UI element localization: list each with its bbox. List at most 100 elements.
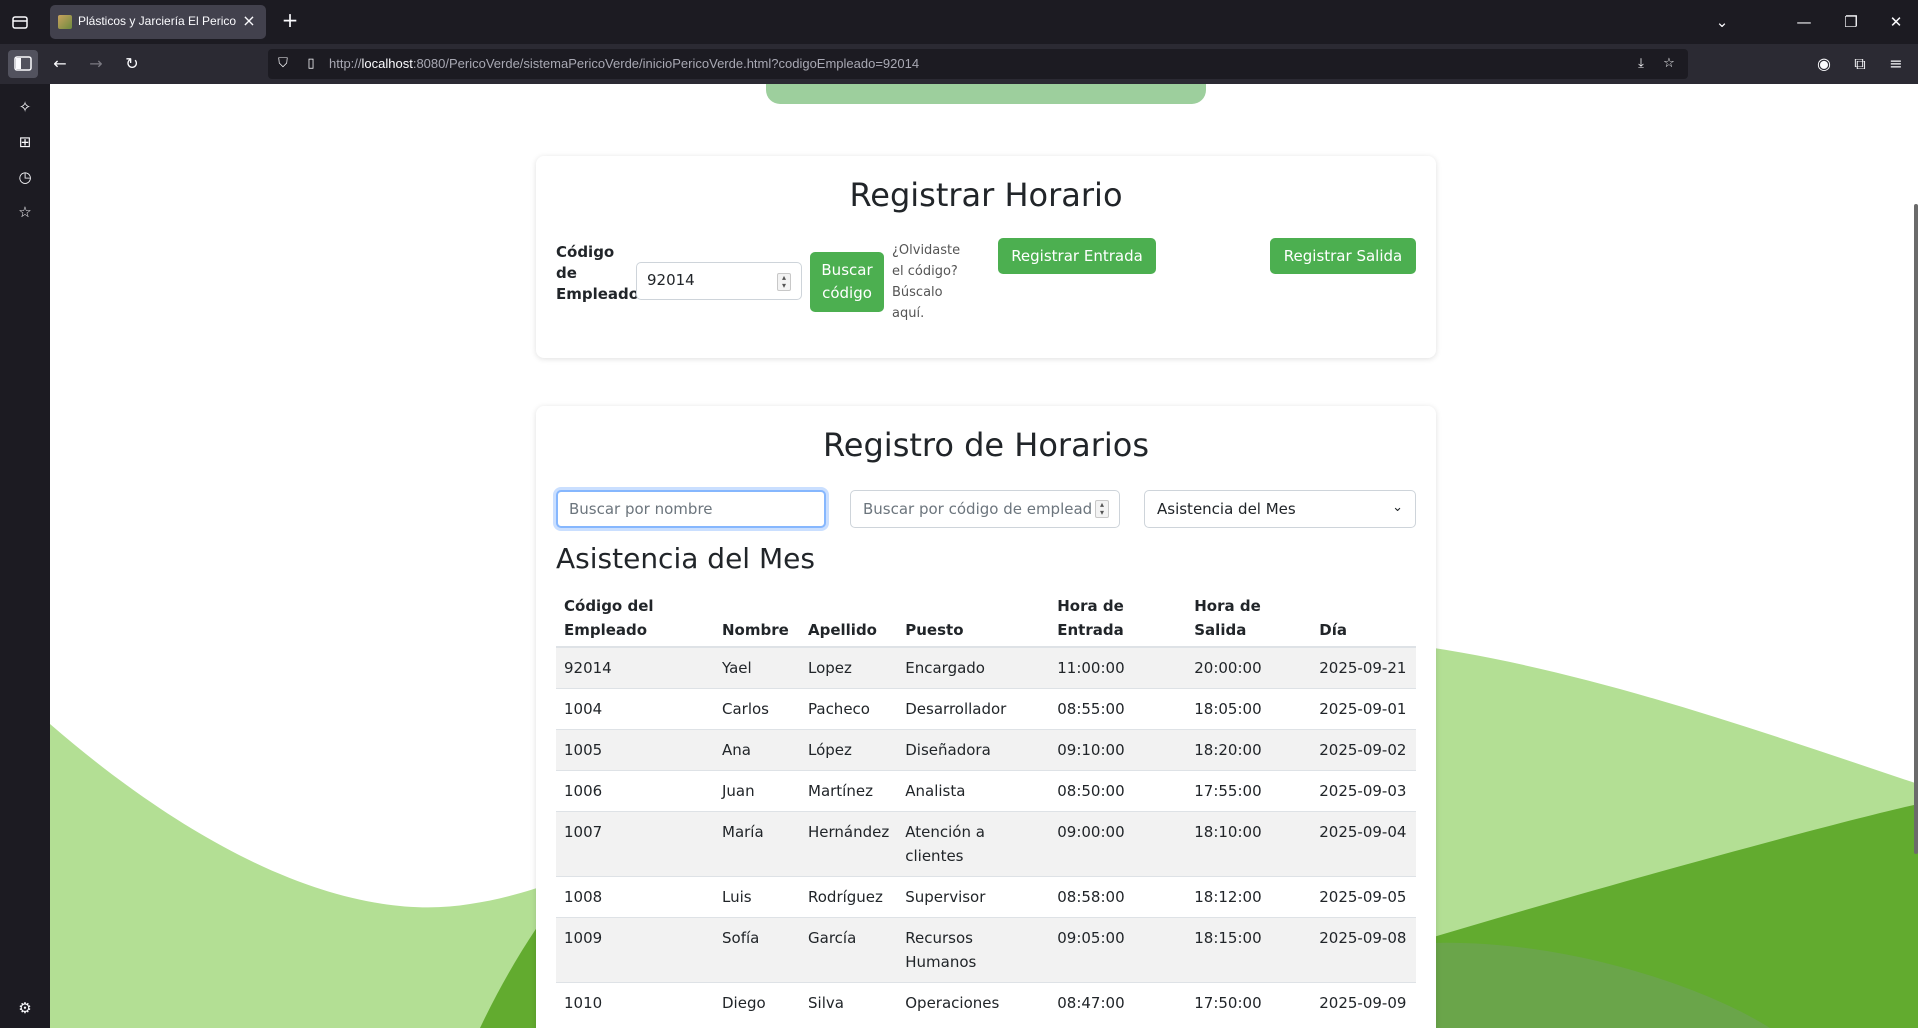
history-clock-icon[interactable]: ◷ <box>15 167 35 187</box>
cell-code: 1006 <box>556 770 714 812</box>
close-tab-icon[interactable]: × <box>240 12 258 30</box>
tab-title: Plásticos y Jarciería El Perico Verde <box>78 14 238 28</box>
forgot-code-link[interactable]: ¿Olvidaste el código? Búscalo aquí. <box>892 240 972 324</box>
cell-position: Encargado <box>897 646 1050 689</box>
registro-title: Registro de Horarios <box>823 426 1149 464</box>
registro-horarios-card: Registro de Horarios Buscar por nombre B… <box>536 406 1436 1028</box>
cell-code: 1009 <box>556 917 714 983</box>
column-header[interactable]: Hora de Salida <box>1186 590 1312 648</box>
search-name-placeholder: Buscar por nombre <box>569 500 713 518</box>
cell-code: 1004 <box>556 688 714 730</box>
minimize-window-icon[interactable]: — <box>1792 10 1816 34</box>
new-tab-icon[interactable]: + <box>280 10 300 31</box>
cell-day: 2025-09-21 <box>1311 646 1416 689</box>
cell-code: 1007 <box>556 811 714 877</box>
cell-day: 2025-09-04 <box>1311 811 1416 877</box>
shield-icon[interactable]: ⛉ <box>274 55 292 73</box>
page-info-icon[interactable]: ▯ <box>302 55 320 73</box>
column-header[interactable]: Nombre <box>714 590 800 648</box>
cell-exit-time: 17:50:00 <box>1186 982 1312 1023</box>
cell-exit-time: 18:05:00 <box>1186 688 1312 730</box>
cell-name: María <box>714 811 800 877</box>
search-name-input[interactable]: Buscar por nombre <box>556 490 826 528</box>
sidebar-toggle-button[interactable] <box>8 50 38 78</box>
employee-code-input[interactable]: 92014 ▴ ▾ <box>636 262 802 300</box>
table-row[interactable]: 1007 María Hernández Atención a clientes 09:… <box>556 811 1416 877</box>
cell-name: Diego <box>714 982 800 1023</box>
number-spinner-icon[interactable]: ▴ ▾ <box>777 273 791 291</box>
column-header[interactable]: Hora de Entrada <box>1049 590 1187 648</box>
table-row[interactable]: 92014 Yael Lopez Encargado 11:00:00 20:00:00 2… <box>556 646 1416 689</box>
cell-exit-time: 18:10:00 <box>1186 811 1312 877</box>
cell-position: Analista <box>897 770 1050 812</box>
cell-position: Recursos Humanos <box>897 917 1050 983</box>
cell-exit-time: 20:00:00 <box>1186 646 1312 689</box>
reload-icon[interactable]: ↻ <box>120 52 144 76</box>
forward-arrow-icon[interactable]: → <box>84 52 108 76</box>
synced-tabs-icon[interactable]: ⊞ <box>15 132 35 152</box>
cell-entry-time: 08:58:00 <box>1049 876 1187 918</box>
cell-name: Sofía <box>714 917 800 983</box>
restore-window-icon[interactable]: ❐ <box>1839 10 1863 34</box>
extensions-icon[interactable]: ⧉ <box>1848 52 1872 76</box>
table-row[interactable]: 1005 Ana López Diseñadora 09:10:00 18:20:00 20… <box>556 729 1416 771</box>
account-icon[interactable]: ◉ <box>1812 52 1836 76</box>
cell-exit-time: 17:55:00 <box>1186 770 1312 812</box>
number-spinner-icon[interactable]: ▴ ▾ <box>1095 500 1109 518</box>
cell-entry-time: 08:50:00 <box>1049 770 1187 812</box>
cell-surname: Lopez <box>800 646 898 689</box>
ai-sparkle-icon[interactable]: ✧ <box>15 97 35 117</box>
save-page-icon[interactable]: ⤓ <box>1632 55 1650 73</box>
cell-name: Luis <box>714 876 800 918</box>
browser-tab-active[interactable]: Plásticos y Jarciería El Perico Verde × <box>50 5 266 39</box>
url-text[interactable]: http://localhost:8080/PericoVerde/sistem… <box>329 56 919 71</box>
column-header[interactable]: Código del Empleado <box>556 590 714 648</box>
search-employee-code-input[interactable]: Buscar por código de empleado ▴ ▾ <box>850 490 1120 528</box>
column-header[interactable]: Día <box>1311 590 1416 648</box>
cell-surname: Silva <box>800 982 898 1023</box>
cell-day: 2025-09-08 <box>1311 917 1416 983</box>
cell-exit-time: 18:12:00 <box>1186 876 1312 918</box>
period-selected-value: Asistencia del Mes <box>1157 500 1296 518</box>
search-code-button[interactable]: Buscar código <box>810 252 884 312</box>
page-scrollbar[interactable] <box>1914 204 1918 854</box>
cell-code: 1008 <box>556 876 714 918</box>
address-bar[interactable]: ⛉ ▯ http://localhost:8080/PericoVerde/si… <box>268 49 1688 79</box>
header-banner-edge <box>766 84 1206 104</box>
cell-position: Atención a clientes <box>897 811 1050 877</box>
table-row[interactable]: 1008 Luis Rodríguez Supervisor 08:58:00 18:12… <box>556 876 1416 918</box>
table-row[interactable]: 1010 Diego Silva Operaciones 08:47:00 17:50:0… <box>556 982 1416 1023</box>
cell-position: Supervisor <box>897 876 1050 918</box>
column-header[interactable]: Apellido <box>800 590 898 648</box>
attendance-period-select[interactable]: Asistencia del Mes ⌄ <box>1144 490 1416 528</box>
table-row[interactable]: 1009 Sofía García Recursos Humanos 09:05:00 1… <box>556 917 1416 983</box>
cell-entry-time: 11:00:00 <box>1049 646 1187 689</box>
register-exit-button[interactable]: Registrar Salida <box>1270 238 1416 274</box>
menu-hamburger-icon[interactable]: ≡ <box>1884 52 1908 76</box>
attendance-section-title: Asistencia del Mes <box>556 542 815 575</box>
register-entry-button[interactable]: Registrar Entrada <box>998 238 1156 274</box>
cell-surname: García <box>800 917 898 983</box>
tab-overflow-chevron-icon[interactable]: ⌄ <box>1710 10 1734 34</box>
cell-surname: Martínez <box>800 770 898 812</box>
cell-entry-time: 08:47:00 <box>1049 982 1187 1023</box>
cell-surname: Rodríguez <box>800 876 898 918</box>
back-arrow-icon[interactable]: ← <box>48 52 72 76</box>
cell-day: 2025-09-01 <box>1311 688 1416 730</box>
column-header[interactable]: Puesto <box>897 590 1050 648</box>
cell-name: Ana <box>714 729 800 771</box>
browser-tab-bar: Plásticos y Jarciería El Perico Verde × … <box>0 0 1918 44</box>
cell-entry-time: 08:55:00 <box>1049 688 1187 730</box>
bookmarks-star-icon[interactable]: ☆ <box>15 202 35 222</box>
tab-list-icon[interactable] <box>10 12 30 32</box>
table-header-row: Código del Empleado Nombre Apellido Pues… <box>556 590 1416 648</box>
cell-code: 92014 <box>556 646 714 689</box>
settings-gear-icon[interactable]: ⚙ <box>15 998 35 1018</box>
table-row[interactable]: 1004 Carlos Pacheco Desarrollador 08:55:00 18… <box>556 688 1416 730</box>
bookmark-star-icon[interactable]: ☆ <box>1660 55 1678 73</box>
cell-position: Operaciones <box>897 982 1050 1023</box>
browser-sidebar: ✧ ⊞ ◷ ☆ ⚙ <box>0 84 50 1028</box>
table-row[interactable]: 1006 Juan Martínez Analista 08:50:00 17:55:00… <box>556 770 1416 812</box>
close-window-icon[interactable]: ✕ <box>1884 10 1908 34</box>
cell-day: 2025-09-05 <box>1311 876 1416 918</box>
